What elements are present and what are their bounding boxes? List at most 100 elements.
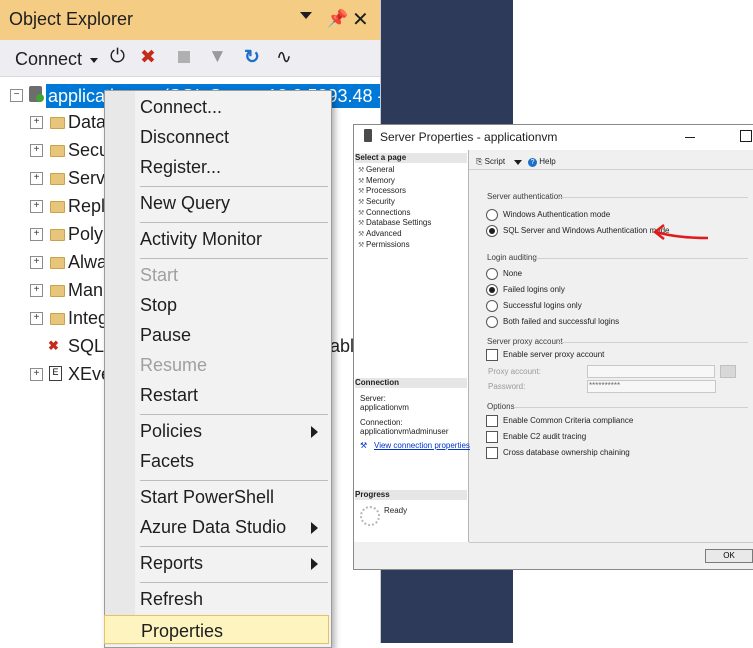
- activity-icon[interactable]: ∿: [276, 46, 292, 69]
- select-page-header: Select a page: [355, 153, 467, 163]
- script-icon: ⎘: [476, 157, 483, 166]
- menu-item-register[interactable]: Register...: [104, 155, 328, 184]
- collapse-icon[interactable]: −: [10, 89, 23, 102]
- maximize-icon[interactable]: [740, 130, 752, 142]
- windows-auth-radio[interactable]: [486, 209, 498, 221]
- tree-node[interactable]: Integ: [68, 308, 108, 329]
- progress-spinner-icon: [360, 506, 380, 526]
- tree-node[interactable]: Data: [68, 112, 106, 133]
- expand-icon[interactable]: +: [30, 368, 43, 381]
- group-divider: [534, 258, 748, 259]
- disconnect-icon[interactable]: ✖: [140, 46, 156, 69]
- menu-item-azure-data-studio[interactable]: Azure Data Studio: [104, 515, 328, 544]
- menu-item-start-powershell[interactable]: Start PowerShell: [104, 485, 328, 514]
- tree-node[interactable]: Man: [68, 280, 103, 301]
- page-processors[interactable]: ⚒ Processors: [358, 186, 406, 195]
- script-button[interactable]: ⎘ Script: [476, 157, 505, 167]
- enable-proxy-checkbox[interactable]: [486, 349, 498, 361]
- tree-node[interactable]: Alwa: [68, 252, 107, 273]
- menu-item-facets[interactable]: Facets: [104, 449, 328, 478]
- expand-icon[interactable]: +: [30, 116, 43, 129]
- page-database-settings[interactable]: ⚒ Database Settings: [358, 218, 431, 227]
- page-advanced[interactable]: ⚒ Advanced: [358, 229, 402, 238]
- tree-node[interactable]: SQL: [68, 336, 104, 357]
- tree-node[interactable]: Poly: [68, 224, 103, 245]
- expand-icon[interactable]: +: [30, 172, 43, 185]
- cross-db-ownership-checkbox[interactable]: [486, 447, 498, 459]
- menu-item-properties[interactable]: Properties: [104, 615, 329, 644]
- xevents-icon: E: [49, 366, 62, 381]
- folder-icon: [50, 173, 65, 185]
- stop-icon[interactable]: [178, 51, 190, 63]
- expand-icon[interactable]: +: [30, 200, 43, 213]
- c2-audit-checkbox[interactable]: [486, 431, 498, 443]
- pin-icon[interactable]: 📌: [327, 9, 348, 29]
- page-label: Security: [366, 197, 395, 206]
- dialog-footer-divider: [469, 542, 753, 543]
- server-authentication-label: Server authentication: [487, 192, 563, 201]
- minimize-icon[interactable]: [685, 137, 695, 138]
- password-input[interactable]: **********: [587, 380, 716, 393]
- menu-item-connect[interactable]: Connect...: [104, 95, 328, 124]
- expand-icon[interactable]: +: [30, 228, 43, 241]
- menu-item-resume: Resume: [104, 353, 328, 382]
- audit-none-radio[interactable]: [486, 268, 498, 280]
- page-security[interactable]: ⚒ Security: [358, 197, 395, 206]
- menu-item-policies[interactable]: Policies: [104, 419, 328, 448]
- help-button[interactable]: ? Help: [528, 157, 556, 167]
- menu-item-new-query[interactable]: New Query: [104, 191, 328, 220]
- close-icon[interactable]: ✕: [352, 7, 369, 32]
- page-permissions[interactable]: ⚒ Permissions: [358, 240, 410, 249]
- menu-item-pause[interactable]: Pause: [104, 323, 328, 352]
- page-memory[interactable]: ⚒ Memory: [358, 176, 395, 185]
- common-criteria-checkbox[interactable]: [486, 415, 498, 427]
- expand-icon[interactable]: +: [30, 256, 43, 269]
- audit-both-radio[interactable]: [486, 316, 498, 328]
- menu-item-activity-monitor[interactable]: Activity Monitor: [104, 227, 328, 256]
- menu-item-label: Restart: [140, 385, 199, 405]
- options-label: Options: [487, 402, 515, 411]
- folder-icon: [50, 285, 65, 297]
- audit-successful-radio[interactable]: [486, 300, 498, 312]
- submenu-arrow-icon: [311, 426, 318, 438]
- expand-icon[interactable]: +: [30, 312, 43, 325]
- mixed-auth-radio[interactable]: [486, 225, 498, 237]
- page-label: Connections: [366, 208, 411, 217]
- menu-item-stop[interactable]: Stop: [104, 293, 328, 322]
- connect-plug-icon[interactable]: ⏻: [110, 46, 125, 68]
- tree-node[interactable]: Secu: [68, 140, 109, 161]
- menu-item-restart[interactable]: Restart: [104, 383, 328, 412]
- audit-failed-radio[interactable]: [486, 284, 498, 296]
- window-menu-chevron-icon[interactable]: [300, 12, 312, 19]
- browse-button[interactable]: [720, 365, 736, 378]
- script-dropdown-icon[interactable]: [514, 160, 522, 165]
- expand-icon[interactable]: +: [30, 284, 43, 297]
- menu-item-label: Start PowerShell: [140, 487, 275, 507]
- menu-separator: [140, 480, 328, 481]
- option-label: Enable C2 audit tracing: [503, 432, 587, 441]
- progress-status: Ready: [384, 506, 408, 515]
- page-general[interactable]: ⚒ General: [358, 165, 394, 174]
- page-connections[interactable]: ⚒ Connections: [358, 208, 410, 217]
- menu-item-disconnect[interactable]: Disconnect: [104, 125, 328, 154]
- filter-icon[interactable]: ▼: [208, 46, 227, 68]
- menu-separator: [140, 582, 328, 583]
- expand-icon[interactable]: +: [30, 144, 43, 157]
- refresh-icon[interactable]: ↻: [244, 46, 260, 69]
- page-label: Database Settings: [366, 218, 432, 227]
- tree-node[interactable]: Serv: [68, 168, 105, 189]
- menu-item-start: Start: [104, 263, 328, 292]
- menu-item-reports[interactable]: Reports: [104, 551, 328, 580]
- view-connection-properties-link[interactable]: View connection properties: [374, 441, 470, 450]
- audit-option-label: None: [503, 269, 523, 278]
- menu-separator: [140, 414, 328, 415]
- ok-button[interactable]: OK: [705, 549, 753, 563]
- wrench-icon: ⚒: [358, 167, 365, 174]
- tree-node[interactable]: Repl: [68, 196, 105, 217]
- page-label: Advanced: [366, 229, 402, 238]
- proxy-account-input[interactable]: [587, 365, 715, 378]
- dropdown-arrow-icon: [90, 57, 99, 63]
- connect-button[interactable]: Connect: [15, 49, 99, 70]
- group-divider: [558, 197, 748, 198]
- menu-item-refresh[interactable]: Refresh: [104, 587, 328, 616]
